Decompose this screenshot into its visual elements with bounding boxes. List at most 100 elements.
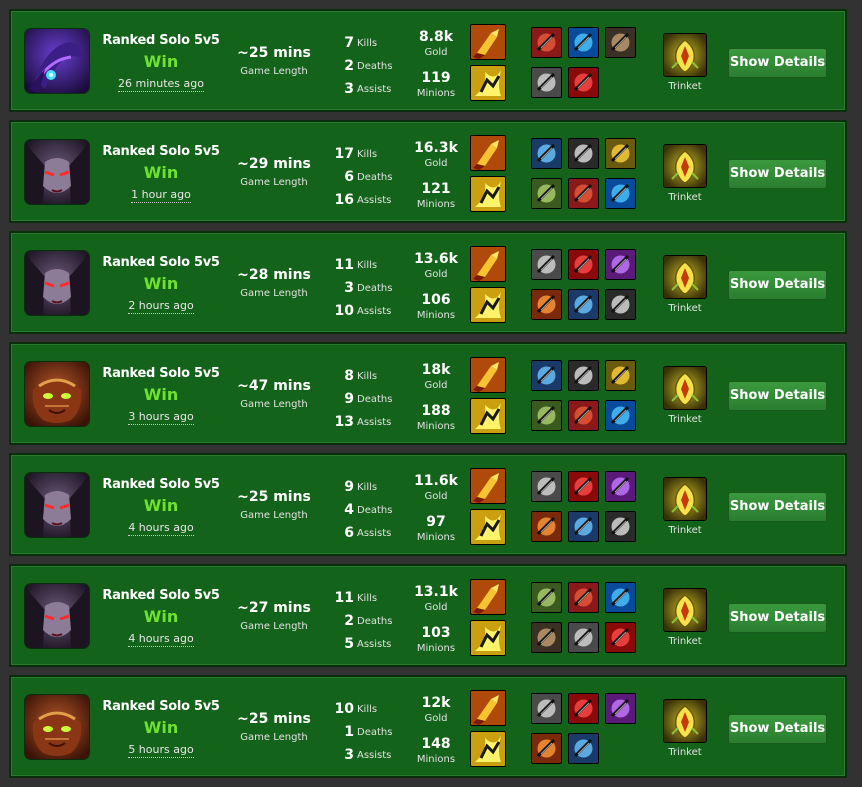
warding-totem-icon[interactable] xyxy=(663,144,707,188)
show-details-button[interactable]: Show Details xyxy=(728,381,827,411)
item-icon[interactable] xyxy=(605,138,636,169)
deaths-stat: 2 Deaths xyxy=(329,58,392,78)
warding-totem-icon[interactable] xyxy=(663,588,707,632)
item-icon[interactable] xyxy=(531,471,562,502)
show-details-button[interactable]: Show Details xyxy=(728,48,827,78)
item-icon[interactable] xyxy=(605,27,636,58)
item-icon[interactable] xyxy=(531,733,562,764)
item-icon[interactable] xyxy=(568,471,599,502)
warding-totem-icon[interactable] xyxy=(663,33,707,77)
deaths-label: Deaths xyxy=(357,616,393,627)
time-ago[interactable]: 1 hour ago xyxy=(101,188,221,203)
item-icon[interactable] xyxy=(605,471,636,502)
flash-icon[interactable] xyxy=(470,176,506,212)
item-icon[interactable] xyxy=(605,400,636,431)
item-icon[interactable] xyxy=(568,733,599,764)
warding-totem-icon[interactable] xyxy=(663,255,707,299)
show-details-button[interactable]: Show Details xyxy=(728,714,827,744)
item-icon[interactable] xyxy=(531,138,562,169)
ignite-icon[interactable] xyxy=(470,690,506,726)
item-icon[interactable] xyxy=(531,178,562,209)
kills-stat: 11 Kills xyxy=(329,257,389,277)
minions-value: 106 xyxy=(421,292,451,308)
warding-totem-icon[interactable] xyxy=(663,699,707,743)
item-icon[interactable] xyxy=(568,622,599,653)
time-ago-text[interactable]: 4 hours ago xyxy=(128,632,194,647)
ignite-icon[interactable] xyxy=(470,135,506,171)
ignite-icon[interactable] xyxy=(470,468,506,504)
item-icon[interactable] xyxy=(568,400,599,431)
show-details-button[interactable]: Show Details xyxy=(728,270,827,300)
deaths-value: 2 xyxy=(344,613,354,629)
item-icon[interactable] xyxy=(568,289,599,320)
item-icon[interactable] xyxy=(568,27,599,58)
item-icon[interactable] xyxy=(568,582,599,613)
flash-icon[interactable] xyxy=(470,620,506,656)
time-ago-text[interactable]: 3 hours ago xyxy=(128,410,194,425)
item-icon[interactable] xyxy=(568,511,599,542)
flash-icon[interactable] xyxy=(470,509,506,545)
item-icon[interactable] xyxy=(568,360,599,391)
item-icon[interactable] xyxy=(605,289,636,320)
item-icon[interactable] xyxy=(531,289,562,320)
item-icon[interactable] xyxy=(531,693,562,724)
assists-label: Assists xyxy=(357,639,392,650)
flash-icon[interactable] xyxy=(470,65,506,101)
deaths-value: 6 xyxy=(344,169,354,185)
time-ago-text[interactable]: 4 hours ago xyxy=(128,521,194,536)
assists-value: 13 xyxy=(334,414,354,430)
item-icon[interactable] xyxy=(568,249,599,280)
ignite-icon[interactable] xyxy=(470,579,506,615)
minions-value: 119 xyxy=(421,70,451,86)
item-icon[interactable] xyxy=(605,693,636,724)
flash-icon[interactable] xyxy=(470,731,506,767)
time-ago-text[interactable]: 1 hour ago xyxy=(131,188,191,203)
item-icon[interactable] xyxy=(531,400,562,431)
ignite-icon[interactable] xyxy=(470,24,506,60)
warding-totem-icon[interactable] xyxy=(663,477,707,521)
time-ago-text[interactable]: 26 minutes ago xyxy=(118,77,204,92)
time-ago[interactable]: 4 hours ago xyxy=(101,521,221,536)
time-ago[interactable]: 4 hours ago xyxy=(101,632,221,647)
time-ago[interactable]: 26 minutes ago xyxy=(101,77,221,92)
item-icon[interactable] xyxy=(568,178,599,209)
item-icon[interactable] xyxy=(531,249,562,280)
gold-label: Gold xyxy=(424,269,448,280)
item-icon[interactable] xyxy=(568,67,599,98)
time-ago[interactable]: 3 hours ago xyxy=(101,410,221,425)
match-row: Ranked Solo 5v5 Win 4 hours ago ~25 mins Gam… xyxy=(9,453,847,556)
time-ago[interactable]: 2 hours ago xyxy=(101,299,221,314)
assists-stat: 6 Assists xyxy=(329,525,391,545)
item-icon[interactable] xyxy=(605,178,636,209)
kills-value: 8 xyxy=(344,368,354,384)
flash-icon[interactable] xyxy=(470,398,506,434)
time-ago-text[interactable]: 2 hours ago xyxy=(128,299,194,314)
item-icon[interactable] xyxy=(605,582,636,613)
item-icon[interactable] xyxy=(531,582,562,613)
item-icon[interactable] xyxy=(531,511,562,542)
item-icon[interactable] xyxy=(531,360,562,391)
item-icon[interactable] xyxy=(531,27,562,58)
show-details-button[interactable]: Show Details xyxy=(728,603,827,633)
time-ago[interactable]: 5 hours ago xyxy=(101,743,221,758)
deaths-value: 3 xyxy=(344,280,354,296)
show-details-button[interactable]: Show Details xyxy=(728,159,827,189)
item-icon[interactable] xyxy=(605,511,636,542)
flash-icon[interactable] xyxy=(470,287,506,323)
item-icon[interactable] xyxy=(568,138,599,169)
match-history-list: Ranked Solo 5v5 Win 26 minutes ago ~25 mins… xyxy=(0,0,862,787)
warding-totem-icon[interactable] xyxy=(663,366,707,410)
gold-label: Gold xyxy=(424,713,448,724)
item-icon[interactable] xyxy=(605,360,636,391)
item-icon[interactable] xyxy=(531,67,562,98)
item-icon[interactable] xyxy=(605,249,636,280)
item-icon[interactable] xyxy=(568,693,599,724)
item-icon[interactable] xyxy=(605,622,636,653)
show-details-button[interactable]: Show Details xyxy=(728,492,827,522)
item-icon[interactable] xyxy=(531,622,562,653)
time-ago-text[interactable]: 5 hours ago xyxy=(128,743,194,758)
assists-stat: 10 Assists xyxy=(329,303,392,323)
deaths-value: 4 xyxy=(344,502,354,518)
ignite-icon[interactable] xyxy=(470,246,506,282)
ignite-icon[interactable] xyxy=(470,357,506,393)
